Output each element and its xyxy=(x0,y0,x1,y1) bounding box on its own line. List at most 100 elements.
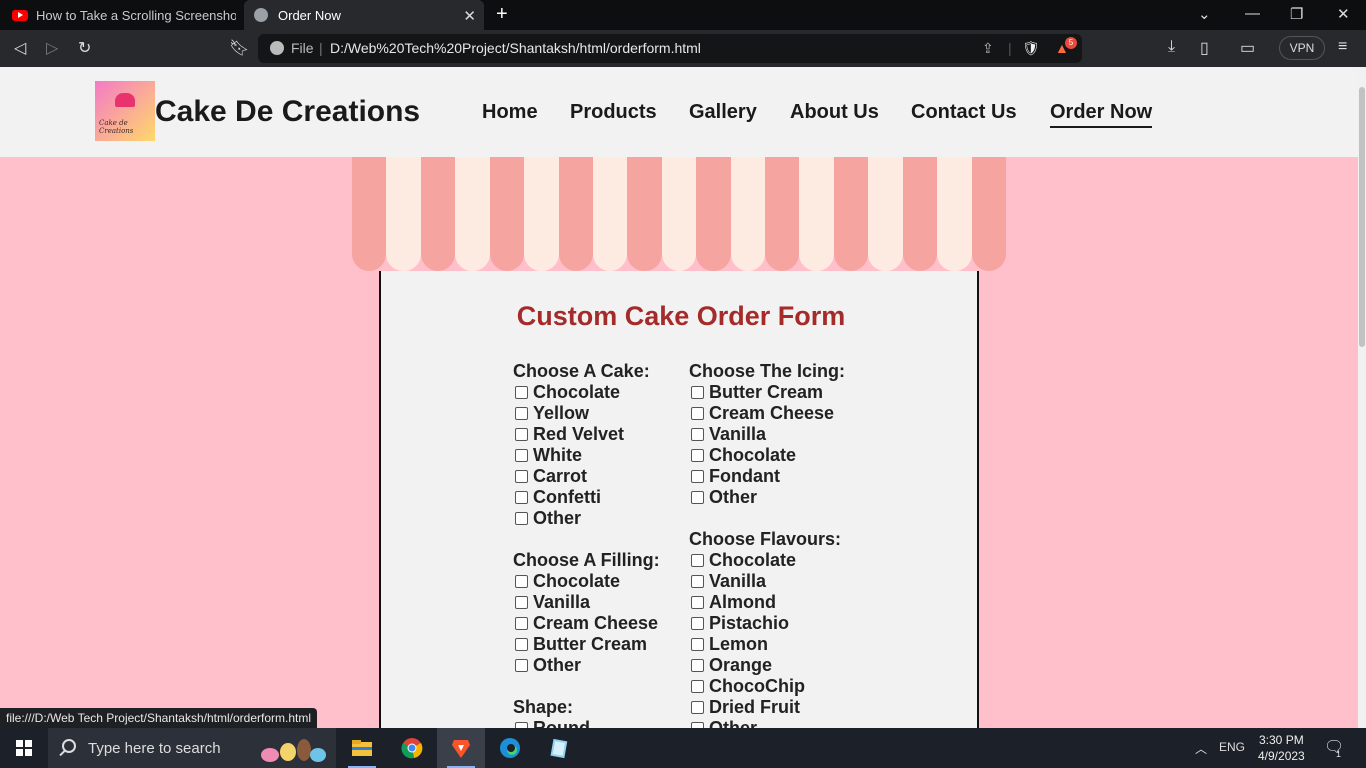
checkbox[interactable] xyxy=(691,575,704,588)
brave-icon xyxy=(452,740,470,758)
tab-youtube[interactable]: How to Take a Scrolling Screenshot in xyxy=(0,0,240,30)
icing-option[interactable]: Butter Cream xyxy=(689,382,845,403)
checkbox[interactable] xyxy=(691,617,704,630)
flavour-option[interactable]: Dried Fruit xyxy=(689,697,845,718)
wallet-icon[interactable]: ▭ xyxy=(1240,38,1255,58)
icing-option[interactable]: Other xyxy=(689,487,845,508)
flavour-option[interactable]: Lemon xyxy=(689,634,845,655)
brave-shield-icon[interactable]: 🛡︎ xyxy=(1022,40,1040,57)
checkbox[interactable] xyxy=(691,659,704,672)
checkbox[interactable] xyxy=(691,680,704,693)
nav-about-us[interactable]: About Us xyxy=(790,101,879,124)
chrome-app[interactable] xyxy=(388,728,436,768)
vpn-button[interactable]: VPN xyxy=(1279,36,1325,60)
cake-option[interactable]: Confetti xyxy=(513,487,660,508)
info-icon[interactable] xyxy=(270,41,284,55)
language-indicator[interactable]: ENG xyxy=(1219,740,1245,754)
checkbox[interactable] xyxy=(691,701,704,714)
checkbox[interactable] xyxy=(691,596,704,609)
windows-start-icon[interactable] xyxy=(16,740,32,756)
chevron-down-icon[interactable]: ⌄ xyxy=(1198,5,1211,23)
checkbox[interactable] xyxy=(515,575,528,588)
checkbox[interactable] xyxy=(515,407,528,420)
awning-stripe xyxy=(455,157,490,271)
cake-option[interactable]: Other xyxy=(513,508,660,529)
nav-contact-us[interactable]: Contact Us xyxy=(911,101,1017,124)
checkbox[interactable] xyxy=(515,617,528,630)
close-window-button[interactable]: ✕ xyxy=(1337,5,1350,23)
new-tab-button[interactable]: + xyxy=(496,3,508,26)
checkbox[interactable] xyxy=(691,407,704,420)
scroll-thumb[interactable] xyxy=(1359,87,1365,347)
nav-home[interactable]: Home xyxy=(482,101,538,124)
checkbox[interactable] xyxy=(515,428,528,441)
nav-gallery[interactable]: Gallery xyxy=(689,101,757,124)
awning-stripe xyxy=(765,157,800,271)
cake-option[interactable]: Chocolate xyxy=(513,382,660,403)
checkbox[interactable] xyxy=(691,470,704,483)
edge-app[interactable] xyxy=(486,728,534,768)
filling-option[interactable]: Other xyxy=(513,655,660,676)
checkbox[interactable] xyxy=(515,491,528,504)
address-bar[interactable]: File | D:/Web%20Tech%20Project/Shantaksh… xyxy=(258,34,1082,63)
shape-option[interactable]: Round xyxy=(513,718,660,728)
flavour-option[interactable]: Chocolate xyxy=(689,550,845,571)
icing-option[interactable]: Cream Cheese xyxy=(689,403,845,424)
bookmark-icon[interactable]: 🔖︎ xyxy=(229,38,249,58)
notepad-app[interactable] xyxy=(535,728,583,768)
nav-products[interactable]: Products xyxy=(570,101,657,124)
brave-app[interactable] xyxy=(437,728,485,768)
share-icon[interactable]: ⇪ xyxy=(982,40,994,57)
restore-button[interactable]: ❐ xyxy=(1290,5,1303,23)
checkbox[interactable] xyxy=(691,491,704,504)
cake-option[interactable]: Yellow xyxy=(513,403,660,424)
checkbox[interactable] xyxy=(515,386,528,399)
icing-option[interactable]: Vanilla xyxy=(689,424,845,445)
system-clock[interactable]: 3:30 PM 4/9/2023 xyxy=(1258,732,1305,764)
icing-option[interactable]: Chocolate xyxy=(689,445,845,466)
cake-option[interactable]: Red Velvet xyxy=(513,424,660,445)
site-logo[interactable]: Cake de Creations xyxy=(95,81,155,141)
filling-option[interactable]: Butter Cream xyxy=(513,634,660,655)
checkbox[interactable] xyxy=(691,386,704,399)
checkbox[interactable] xyxy=(515,596,528,609)
checkbox[interactable] xyxy=(515,512,528,525)
menu-icon[interactable]: ≡ xyxy=(1338,38,1347,56)
checkbox[interactable] xyxy=(691,428,704,441)
nav-order-now[interactable]: Order Now xyxy=(1050,101,1153,128)
notification-icon[interactable]: 🗨︎ xyxy=(1324,737,1344,757)
flavour-option[interactable]: Other xyxy=(689,718,845,728)
reload-button[interactable]: ↻ xyxy=(78,38,91,58)
flavour-option[interactable]: Vanilla xyxy=(689,571,845,592)
page-scrollbar[interactable] xyxy=(1358,67,1366,728)
minimize-button[interactable]: — xyxy=(1245,5,1260,22)
tab-order-now[interactable]: Order Now ✕ xyxy=(244,0,484,30)
cake-option[interactable]: White xyxy=(513,445,660,466)
back-button[interactable]: ◁ xyxy=(14,38,26,58)
forward-button[interactable]: ▷ xyxy=(46,38,58,58)
checkbox[interactable] xyxy=(515,449,528,462)
flavour-option[interactable]: Almond xyxy=(689,592,845,613)
flavour-option[interactable]: Pistachio xyxy=(689,613,845,634)
sidebar-icon[interactable]: ▯ xyxy=(1200,38,1209,58)
file-explorer-app[interactable] xyxy=(338,728,386,768)
url-text[interactable]: D:/Web%20Tech%20Project/Shantaksh/html/o… xyxy=(330,40,701,56)
filling-option[interactable]: Vanilla xyxy=(513,592,660,613)
cake-option[interactable]: Carrot xyxy=(513,466,660,487)
close-tab-icon[interactable]: ✕ xyxy=(463,7,476,25)
flavour-option[interactable]: ChocoChip xyxy=(689,676,845,697)
checkbox[interactable] xyxy=(515,638,528,651)
taskbar-search[interactable]: Type here to search xyxy=(48,728,336,768)
filling-group-label: Choose A Filling: xyxy=(513,550,660,570)
download-icon[interactable]: ⤓ xyxy=(1168,38,1175,56)
filling-option[interactable]: Chocolate xyxy=(513,571,660,592)
flavour-option[interactable]: Orange xyxy=(689,655,845,676)
checkbox[interactable] xyxy=(691,638,704,651)
filling-option[interactable]: Cream Cheese xyxy=(513,613,660,634)
icing-option[interactable]: Fondant xyxy=(689,466,845,487)
checkbox[interactable] xyxy=(691,554,704,567)
checkbox[interactable] xyxy=(515,659,528,672)
checkbox[interactable] xyxy=(515,470,528,483)
checkbox[interactable] xyxy=(691,449,704,462)
tray-chevron-up-icon[interactable]: ︿ xyxy=(1195,740,1207,757)
